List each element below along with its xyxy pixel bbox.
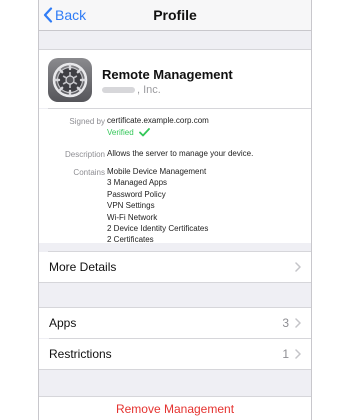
redacted-org-name <box>102 87 135 94</box>
chevron-right-icon <box>295 262 301 272</box>
chevron-right-icon <box>295 318 301 328</box>
chevron-right-icon <box>295 349 301 359</box>
contains-item: Mobile Device Management <box>107 167 207 176</box>
profile-name: Remote Management <box>102 67 233 82</box>
signed-by-value: certificate.example.corp.com <box>107 116 209 125</box>
contains-item: VPN Settings <box>107 201 155 211</box>
profile-header: Remote Management , Inc. <box>39 49 311 108</box>
restrictions-row[interactable]: Restrictions 1 <box>39 339 311 369</box>
profile-organization: , Inc. <box>102 84 161 96</box>
apps-row[interactable]: Apps 3 <box>39 308 311 338</box>
apps-label: Apps <box>49 316 77 330</box>
more-details-label: More Details <box>49 260 117 274</box>
verified-status: Verified <box>107 128 150 137</box>
settings-gear-icon <box>48 58 92 102</box>
contains-item: 2 Device Identity Certificates <box>107 224 209 234</box>
more-details-row[interactable]: More Details <box>39 252 311 282</box>
navigation-bar: Back Profile <box>39 0 311 31</box>
contains-item: 3 Managed Apps <box>107 178 168 188</box>
checkmark-icon <box>138 128 150 137</box>
profile-org-suffix: , Inc. <box>137 84 161 96</box>
description-label: Description <box>64 150 105 159</box>
apps-count: 3 <box>282 316 289 330</box>
settings-screen: Back Profile Remote Management , Inc. Si… <box>38 0 312 420</box>
remove-management-button[interactable]: Remove Management <box>39 396 311 420</box>
contains-item: 2 Certificates <box>107 235 154 245</box>
divider <box>39 282 311 283</box>
signed-by-label: Signed by <box>69 117 105 126</box>
restrictions-label: Restrictions <box>49 347 112 361</box>
contains-list: Mobile Device Management 3 Managed Apps … <box>107 166 208 246</box>
verified-label: Verified <box>107 128 134 137</box>
restrictions-count: 1 <box>282 347 289 361</box>
contains-item: Password Policy <box>107 189 166 199</box>
contains-label: Contains <box>73 168 105 177</box>
contains-item: Wi-Fi Network <box>107 212 158 222</box>
page-title: Profile <box>153 7 197 23</box>
remove-management-label: Remove Management <box>115 402 235 416</box>
description-value: Allows the server to manage your device. <box>107 149 254 158</box>
profile-details: Signed by certificate.example.corp.com V… <box>39 109 311 246</box>
divider <box>39 369 311 370</box>
